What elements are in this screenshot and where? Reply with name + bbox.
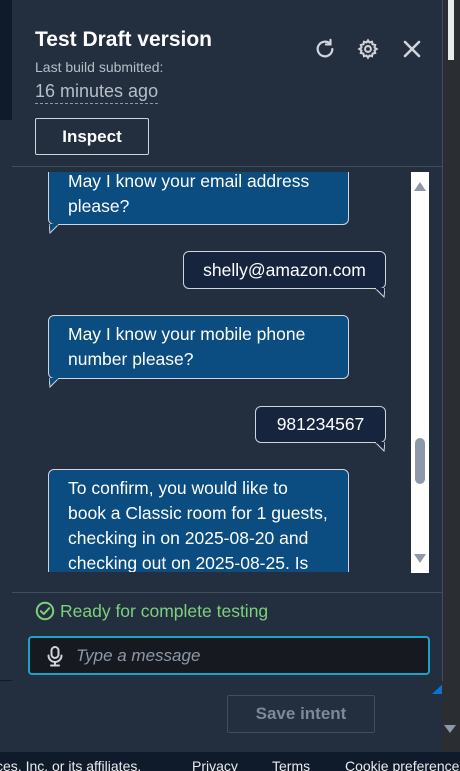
message-line: checking out on 2025-08-25. Is — [68, 553, 309, 572]
page-footer: ces, Inc. or its affiliates. Privacy Ter… — [0, 752, 460, 771]
build-label: Last build submitted: — [35, 59, 164, 75]
bot-message: May I know your email address please? — [48, 172, 349, 225]
message-line: book a Classic room for 1 guests, — [68, 503, 328, 523]
close-icon[interactable] — [399, 36, 425, 62]
background-page-strip — [0, 120, 12, 680]
header-divider — [12, 166, 443, 167]
refresh-icon[interactable] — [312, 36, 338, 62]
message-input-box[interactable] — [28, 636, 430, 675]
bot-tail — [49, 224, 59, 234]
scroll-down-icon[interactable] — [414, 554, 426, 563]
check-circle-icon — [35, 601, 55, 621]
page-scrollbar-thumb[interactable] — [448, 0, 454, 60]
bot-message: To confirm, you would like to book a Cla… — [48, 469, 349, 572]
message-line: May I know your email address — [68, 172, 310, 191]
save-intent-button[interactable]: Save intent — [227, 695, 375, 733]
user-message: 981234567 — [255, 406, 386, 443]
status-divider — [12, 592, 443, 593]
bot-tail — [49, 378, 59, 388]
user-tail — [375, 288, 385, 298]
message-input[interactable] — [76, 645, 396, 666]
scroll-up-icon[interactable] — [414, 182, 426, 191]
build-time[interactable]: 16 minutes ago — [35, 81, 159, 104]
footer-privacy-link[interactable]: Privacy — [192, 758, 238, 771]
message-line: To confirm, you would like to — [68, 478, 288, 498]
user-tail — [375, 442, 385, 452]
message-line: checking in on 2025-08-20 and — [68, 528, 309, 548]
conversation-scrollbar[interactable] — [411, 172, 429, 573]
message-line: May I know your mobile phone — [68, 324, 306, 344]
user-message: shelly@amazon.com — [183, 251, 386, 289]
footer-cookie-link[interactable]: Cookie preferences — [345, 758, 460, 771]
inspect-button[interactable]: Inspect — [35, 118, 149, 155]
conversation[interactable]: May I know your email address please? sh… — [12, 172, 412, 572]
status-indicator: Ready for complete testing — [35, 600, 268, 622]
status-text: Ready for complete testing — [60, 600, 269, 621]
panel-title: Test Draft version — [35, 28, 212, 51]
message-line: number please? — [68, 349, 194, 369]
microphone-icon[interactable] — [44, 645, 66, 667]
page-scroll-down-icon[interactable] — [444, 725, 456, 733]
page-scrollbar[interactable] — [442, 0, 460, 771]
footer-copyright: ces, Inc. or its affiliates. — [0, 758, 142, 771]
conversation-scrollbar-thumb[interactable] — [415, 438, 425, 484]
gear-icon[interactable] — [355, 36, 381, 62]
screen: Save intent ces, Inc. or its affiliates.… — [0, 0, 460, 771]
footer-terms-link[interactable]: Terms — [272, 758, 310, 771]
message-line: please? — [68, 196, 130, 216]
bot-message: May I know your mobile phone number plea… — [48, 315, 349, 379]
test-draft-panel: Test Draft version Last build submitted:… — [12, 0, 443, 681]
